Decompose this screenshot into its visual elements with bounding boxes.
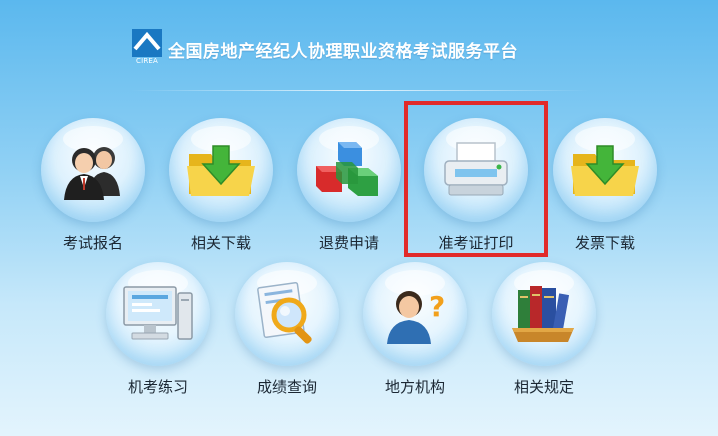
tile-score-inquiry[interactable]: 成绩查询 [232, 262, 342, 402]
tile-label: 成绩查询 [256, 378, 317, 396]
books-icon [512, 286, 574, 342]
tile-exam-registration[interactable]: 考试报名 [38, 118, 148, 258]
printer-icon [444, 142, 508, 196]
person-question-icon: ? [387, 290, 445, 344]
tile-bubble: ? [363, 262, 467, 366]
tile-label: 考试报名 [62, 234, 123, 252]
tile-bubble [106, 262, 210, 366]
tile-invoice-download[interactable]: 发票下载 [550, 118, 660, 258]
header-divider [130, 90, 590, 91]
site-header: CIREA 全国房地产经纪人协理职业资格考试服务平台 [132, 28, 518, 70]
page-title: 全国房地产经纪人协理职业资格考试服务平台 [168, 41, 518, 62]
logo-roof-icon [132, 29, 162, 57]
tile-bubble [553, 118, 657, 222]
tile-bubble [41, 118, 145, 222]
cirea-logo: CIREA [132, 29, 162, 69]
tile-label: 退费申请 [318, 234, 379, 252]
folder-download-icon [187, 145, 255, 196]
users-icon [64, 147, 120, 200]
tile-label: 相关下载 [190, 234, 251, 252]
tile-bubble [492, 262, 596, 366]
tile-bubble [235, 262, 339, 366]
tile-refund-application[interactable]: 退费申请 [294, 118, 404, 258]
svg-text:?: ? [429, 290, 445, 323]
cubes-icon [316, 142, 378, 196]
tile-bubble [297, 118, 401, 222]
magnifier-document-icon [257, 281, 312, 344]
folder-download-icon [571, 145, 639, 196]
logo-caption: CIREA [135, 57, 159, 65]
tile-local-agencies[interactable]: ? 地方机构 [360, 262, 470, 402]
tile-bubble [169, 118, 273, 222]
tile-computer-exam-practice[interactable]: 机考练习 [103, 262, 213, 402]
computer-icon [123, 286, 193, 340]
tile-label: 相关规定 [513, 378, 574, 396]
tile-label: 发票下载 [574, 234, 635, 252]
tile-label: 机考练习 [127, 378, 188, 396]
tile-related-downloads[interactable]: 相关下载 [166, 118, 276, 258]
tile-label: 地方机构 [384, 378, 445, 396]
tile-related-regulations[interactable]: 相关规定 [489, 262, 599, 402]
